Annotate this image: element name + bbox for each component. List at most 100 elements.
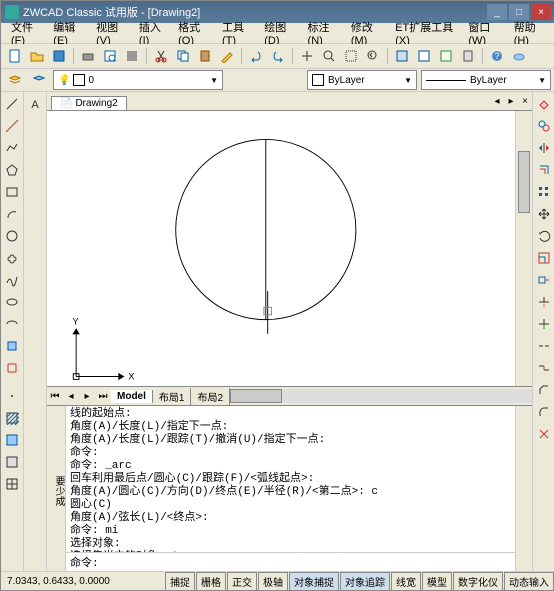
hatch-icon[interactable] bbox=[2, 408, 22, 428]
layout-tabs: ⏮ ◂ ▸ ⏭ Model 布局1 布局2 bbox=[47, 386, 532, 405]
coordinates[interactable]: 7.0343, 0.6433, 0.0000 bbox=[1, 576, 143, 587]
cloud-icon[interactable] bbox=[509, 46, 529, 66]
layer-mgr-icon[interactable] bbox=[5, 70, 25, 90]
ellipsearc-icon[interactable] bbox=[2, 314, 22, 334]
new-icon[interactable] bbox=[5, 46, 25, 66]
rect-icon[interactable] bbox=[2, 182, 22, 202]
status-动态输入[interactable]: 动态输入 bbox=[504, 572, 554, 591]
insert-icon[interactable] bbox=[2, 336, 22, 356]
layout-tab-1[interactable]: 布局1 bbox=[153, 388, 192, 405]
point-icon[interactable] bbox=[2, 386, 22, 406]
command-input[interactable] bbox=[99, 555, 511, 569]
stretch-icon[interactable] bbox=[534, 270, 554, 290]
layout-nav-next[interactable]: ▸ bbox=[79, 391, 95, 402]
props-icon[interactable] bbox=[392, 46, 412, 66]
ellipse-icon[interactable] bbox=[2, 292, 22, 312]
layer-combo[interactable]: 💡 0 ▼ bbox=[53, 70, 223, 90]
mtext-icon[interactable]: A bbox=[25, 94, 45, 114]
canvas-vscrollbar[interactable] bbox=[515, 111, 532, 386]
layout-tab-2[interactable]: 布局2 bbox=[191, 388, 230, 405]
tab-close-icon[interactable]: × bbox=[518, 96, 532, 110]
layer-state-icon[interactable] bbox=[29, 70, 49, 90]
pan-icon[interactable] bbox=[297, 46, 317, 66]
block-icon[interactable] bbox=[2, 358, 22, 378]
copy-obj-icon[interactable] bbox=[534, 116, 554, 136]
cut-icon[interactable] bbox=[151, 46, 171, 66]
copy-icon[interactable] bbox=[173, 46, 193, 66]
status-捕捉[interactable]: 捕捉 bbox=[165, 572, 195, 591]
canvas-hscrollbar[interactable] bbox=[230, 389, 532, 403]
arc-icon[interactable] bbox=[2, 204, 22, 224]
layout-tab-model[interactable]: Model bbox=[111, 390, 153, 403]
explode-icon[interactable] bbox=[534, 424, 554, 444]
line-icon[interactable] bbox=[2, 94, 22, 114]
layout-nav-prev[interactable]: ◂ bbox=[63, 391, 79, 402]
open-icon[interactable] bbox=[27, 46, 47, 66]
publish-icon[interactable] bbox=[122, 46, 142, 66]
status-极轴[interactable]: 极轴 bbox=[258, 572, 288, 591]
command-vscrollbar[interactable] bbox=[515, 406, 532, 571]
command-window: 要少成 线的起始点: 角度(A)/长度(L)/指定下一点: 角度(A)/长度(L… bbox=[47, 405, 532, 571]
help-icon[interactable]: ? bbox=[487, 46, 507, 66]
zoom-win-icon[interactable] bbox=[341, 46, 361, 66]
mirror-icon[interactable] bbox=[534, 138, 554, 158]
gradient-icon[interactable] bbox=[2, 430, 22, 450]
preview-icon[interactable] bbox=[100, 46, 120, 66]
chevron-down-icon: ▼ bbox=[538, 76, 546, 85]
paste-icon[interactable] bbox=[195, 46, 215, 66]
tab-nav-left-icon[interactable]: ◂ bbox=[490, 96, 504, 110]
join-icon[interactable] bbox=[534, 358, 554, 378]
status-模型[interactable]: 模型 bbox=[422, 572, 452, 591]
status-正交[interactable]: 正交 bbox=[227, 572, 257, 591]
dc-icon[interactable] bbox=[414, 46, 434, 66]
chamfer-icon[interactable] bbox=[534, 380, 554, 400]
svg-text:A: A bbox=[31, 99, 39, 111]
array-icon[interactable] bbox=[534, 182, 554, 202]
xline-icon[interactable] bbox=[2, 116, 22, 136]
status-线宽[interactable]: 线宽 bbox=[391, 572, 421, 591]
save-icon[interactable] bbox=[49, 46, 69, 66]
tab-nav-right-icon[interactable]: ▸ bbox=[504, 96, 518, 110]
bulb-icon: 💡 bbox=[58, 75, 70, 86]
polygon-icon[interactable] bbox=[2, 160, 22, 180]
doc-tab-active[interactable]: 📄 Drawing2 bbox=[51, 96, 127, 110]
break-icon[interactable] bbox=[534, 336, 554, 356]
offset-icon[interactable] bbox=[534, 160, 554, 180]
move-icon[interactable] bbox=[534, 204, 554, 224]
spline-icon[interactable] bbox=[2, 270, 22, 290]
region-icon[interactable] bbox=[2, 452, 22, 472]
trim-icon[interactable] bbox=[534, 292, 554, 312]
tp-icon[interactable] bbox=[436, 46, 456, 66]
scale-icon[interactable] bbox=[534, 248, 554, 268]
print-icon[interactable] bbox=[78, 46, 98, 66]
undo-icon[interactable] bbox=[246, 46, 266, 66]
status-对象捕捉[interactable]: 对象捕捉 bbox=[289, 572, 339, 591]
zoom-prev-icon[interactable] bbox=[363, 46, 383, 66]
status-栅格[interactable]: 栅格 bbox=[196, 572, 226, 591]
color-combo[interactable]: ByLayer ▼ bbox=[307, 70, 417, 90]
calc-icon[interactable] bbox=[458, 46, 478, 66]
linetype-combo[interactable]: ByLayer ▼ bbox=[421, 70, 551, 90]
pline-icon[interactable] bbox=[2, 138, 22, 158]
chevron-down-icon: ▼ bbox=[210, 76, 218, 85]
zoom-rt-icon[interactable] bbox=[319, 46, 339, 66]
layout-nav-first[interactable]: ⏮ bbox=[47, 391, 63, 402]
circle-icon[interactable] bbox=[2, 226, 22, 246]
extend-icon[interactable] bbox=[534, 314, 554, 334]
doc-tab-label: Drawing2 bbox=[75, 98, 117, 109]
status-数字化仪[interactable]: 数字化仪 bbox=[453, 572, 503, 591]
linetype-value: ByLayer bbox=[470, 75, 507, 86]
status-对象追踪[interactable]: 对象追踪 bbox=[340, 572, 390, 591]
revcloud-icon[interactable] bbox=[2, 248, 22, 268]
rotate-icon[interactable] bbox=[534, 226, 554, 246]
table-icon[interactable] bbox=[2, 474, 22, 494]
fillet-icon[interactable] bbox=[534, 402, 554, 422]
erase-icon[interactable] bbox=[534, 94, 554, 114]
statusbar: 7.0343, 0.6433, 0.0000 捕捉栅格正交极轴对象捕捉对象追踪线… bbox=[1, 571, 554, 590]
app-window: ZWCAD Classic 试用版 - [Drawing2] _ □ × 文件(… bbox=[0, 0, 554, 591]
layout-nav-last[interactable]: ⏭ bbox=[95, 391, 111, 402]
redo-icon[interactable] bbox=[268, 46, 288, 66]
matchprop-icon[interactable] bbox=[217, 46, 237, 66]
drawing-canvas[interactable]: X Y bbox=[47, 111, 532, 386]
command-history[interactable]: 线的起始点: 角度(A)/长度(L)/指定下一点: 角度(A)/长度(L)/跟踪… bbox=[66, 406, 515, 552]
